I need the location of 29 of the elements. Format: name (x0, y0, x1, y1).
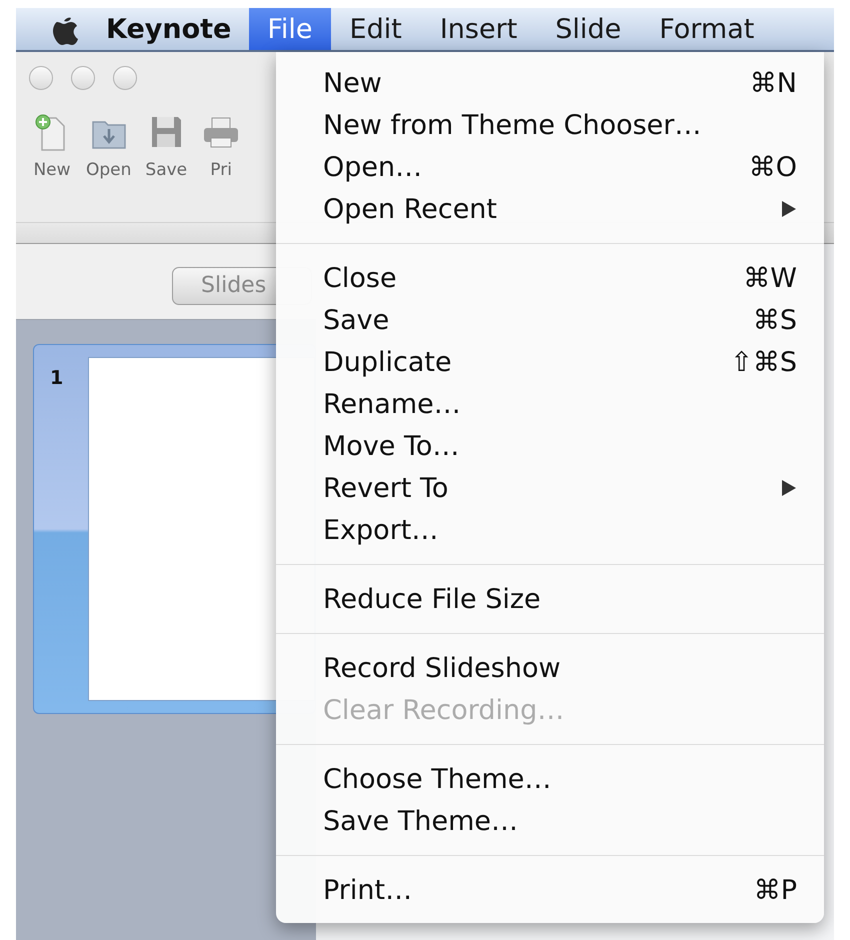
keyboard-shortcut: ⇧⌘S (730, 346, 797, 378)
toolbar-label[interactable]: New (33, 160, 71, 180)
keyboard-shortcut: ⌘W (743, 262, 797, 294)
menu-item[interactable]: New from Theme Chooser… (276, 104, 824, 146)
window-control-button[interactable] (113, 66, 137, 90)
menu-title[interactable]: Format (640, 8, 774, 50)
app-menu[interactable]: Keynote (90, 8, 250, 50)
menu-item[interactable]: Open Recent (276, 188, 824, 230)
submenu-arrow-icon (781, 479, 797, 497)
menu-title[interactable]: File (249, 8, 331, 50)
menu-title[interactable]: Edit (330, 8, 421, 50)
submenu-arrow-icon (781, 200, 797, 218)
window-control-button[interactable] (71, 66, 95, 90)
menu-title[interactable]: Insert (420, 8, 536, 50)
keyboard-shortcut: ⌘N (750, 68, 797, 98)
window-control-button[interactable] (29, 66, 53, 90)
toolbar-label[interactable]: Pri (210, 160, 232, 180)
menu-item[interactable]: New ⌘N (276, 62, 824, 104)
menu-item[interactable]: Choose Theme… (276, 758, 824, 800)
toolbar-label[interactable]: Save (145, 160, 188, 180)
menu-item[interactable]: Print… ⌘P (276, 869, 824, 911)
keyboard-shortcut: ⌘P (754, 874, 797, 906)
slide-number: 1 (50, 366, 64, 391)
menu-item[interactable]: Open… ⌘O (276, 146, 824, 188)
menu-item[interactable]: Save Theme… (276, 800, 824, 842)
keyboard-shortcut: ⌘S (752, 304, 797, 336)
keyboard-shortcut: ⌘O (748, 152, 797, 182)
toolbar-label[interactable]: Open (86, 160, 132, 180)
menu-title[interactable]: Slide (536, 8, 640, 50)
